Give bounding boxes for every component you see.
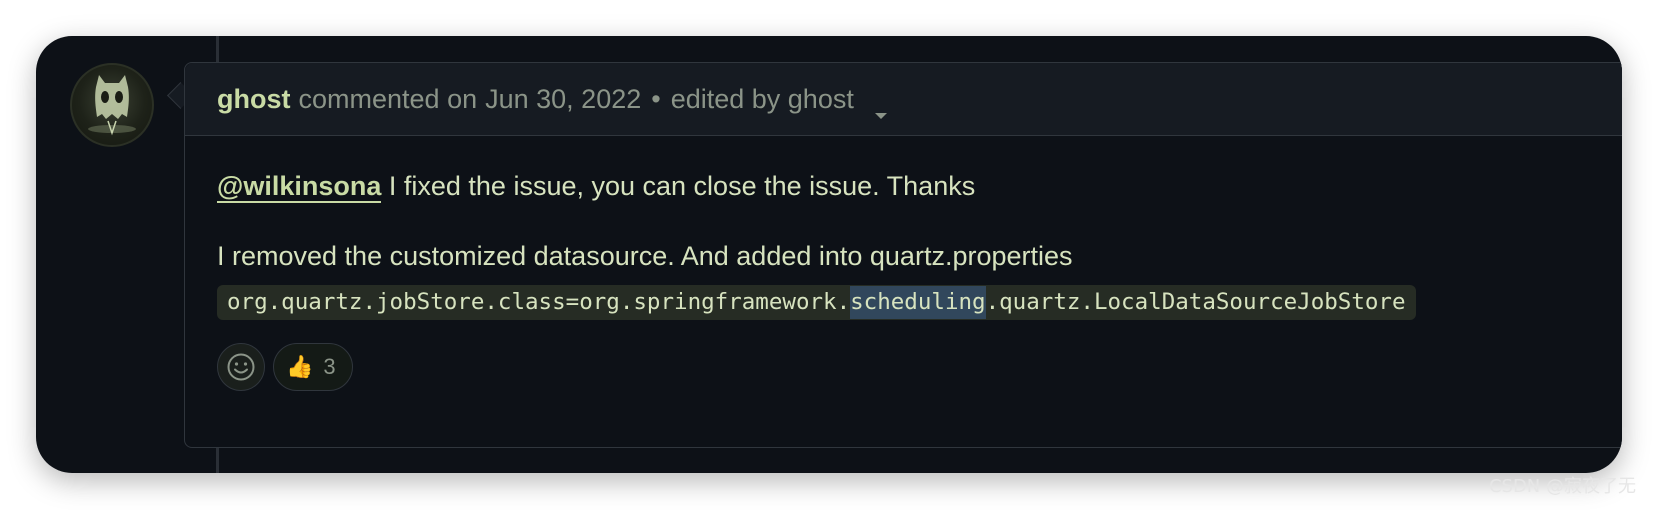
reactions-bar: 👍 3 <box>217 343 353 391</box>
reaction-thumbs-up[interactable]: 👍 3 <box>273 343 353 391</box>
mention-link[interactable]: @wilkinsona <box>217 171 382 203</box>
author-link[interactable]: ghost <box>217 84 291 115</box>
ghost-avatar-icon <box>88 75 136 136</box>
avatar[interactable] <box>70 63 154 147</box>
watermark: CSDN @寂夜了无 <box>1488 476 1636 497</box>
code-before: org.quartz.jobStore.class=org.springfram… <box>227 289 851 315</box>
comment-box: ghost commented on Jun 30, 2022 • edited… <box>184 62 1622 448</box>
edit-history-dropdown[interactable] <box>874 97 888 119</box>
body-line-2: I removed the customized datasource. And… <box>217 241 1073 271</box>
comment-header: ghost commented on Jun 30, 2022 • edited… <box>185 63 1622 136</box>
smiley-icon <box>227 353 255 381</box>
edited-by-text: edited by ghost <box>670 83 854 114</box>
comment-window: ghost commented on Jun 30, 2022 • edited… <box>36 36 1622 473</box>
add-reaction-button[interactable] <box>217 343 265 391</box>
comment-date[interactable]: Jun 30, 2022 <box>485 84 641 115</box>
separator: • <box>651 83 661 114</box>
code-after: .quartz.LocalDataSourceJobStore <box>985 289 1406 315</box>
inline-code: org.quartz.jobStore.class=org.springfram… <box>217 285 1416 320</box>
thumbs-up-icon: 👍 <box>286 354 314 380</box>
code-highlight: scheduling <box>850 286 986 319</box>
body-line-1-text: I fixed the issue, you can close the iss… <box>381 171 976 201</box>
reaction-count: 3 <box>323 354 336 379</box>
body-line-1: @wilkinsona I fixed the issue, you can c… <box>217 171 976 203</box>
caret-down-icon <box>874 113 887 119</box>
action-text: commented on <box>298 83 478 114</box>
